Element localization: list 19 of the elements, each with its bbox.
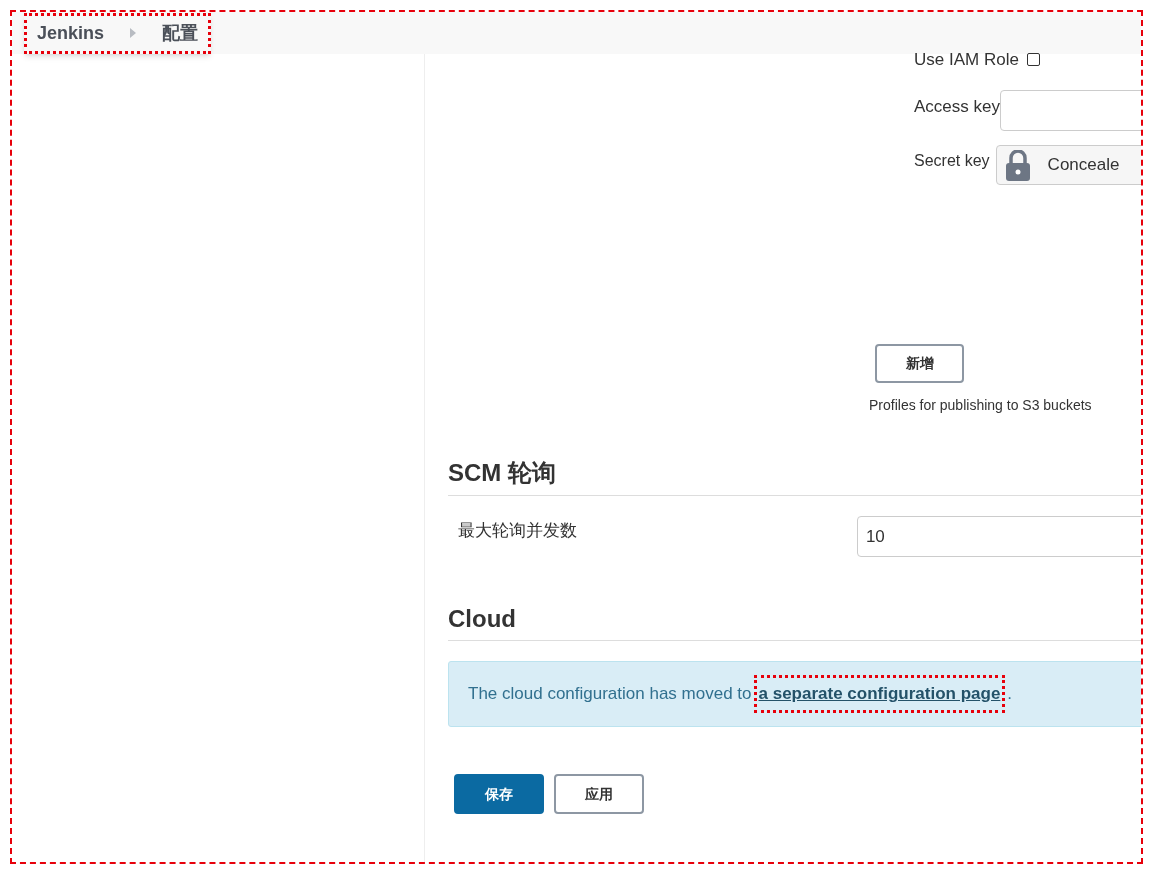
field-label: Use IAM Role: [914, 50, 1019, 68]
breadcrumb-link[interactable]: 配置: [162, 19, 199, 47]
field-label: Access key: [914, 96, 1000, 118]
add-button[interactable]: 新增: [875, 344, 964, 383]
number-field[interactable]: 10: [856, 516, 1141, 557]
lock-icon: [1005, 149, 1030, 181]
help-text: Profiles for publishing to S3 buckets: [869, 397, 1092, 413]
chevron-icon: [130, 28, 137, 38]
save-button[interactable]: 保存: [454, 774, 544, 814]
field-label: 最大轮询并发数: [457, 520, 578, 542]
field-value: Conceale: [1047, 154, 1120, 177]
section-heading: SCM 轮询: [448, 459, 556, 486]
section-heading: Cloud: [448, 605, 516, 632]
field-label: Secret key: [914, 151, 991, 171]
apply-button[interactable]: 应用: [554, 774, 644, 814]
breadcrumb-link[interactable]: Jenkins: [37, 19, 105, 47]
configuration-link[interactable]: a separate configuration page: [753, 675, 1006, 713]
secret-key-field[interactable]: Conceale: [995, 145, 1141, 185]
alert-message: The cloud configuration has moved to a separate configuration page .: [468, 675, 1013, 713]
